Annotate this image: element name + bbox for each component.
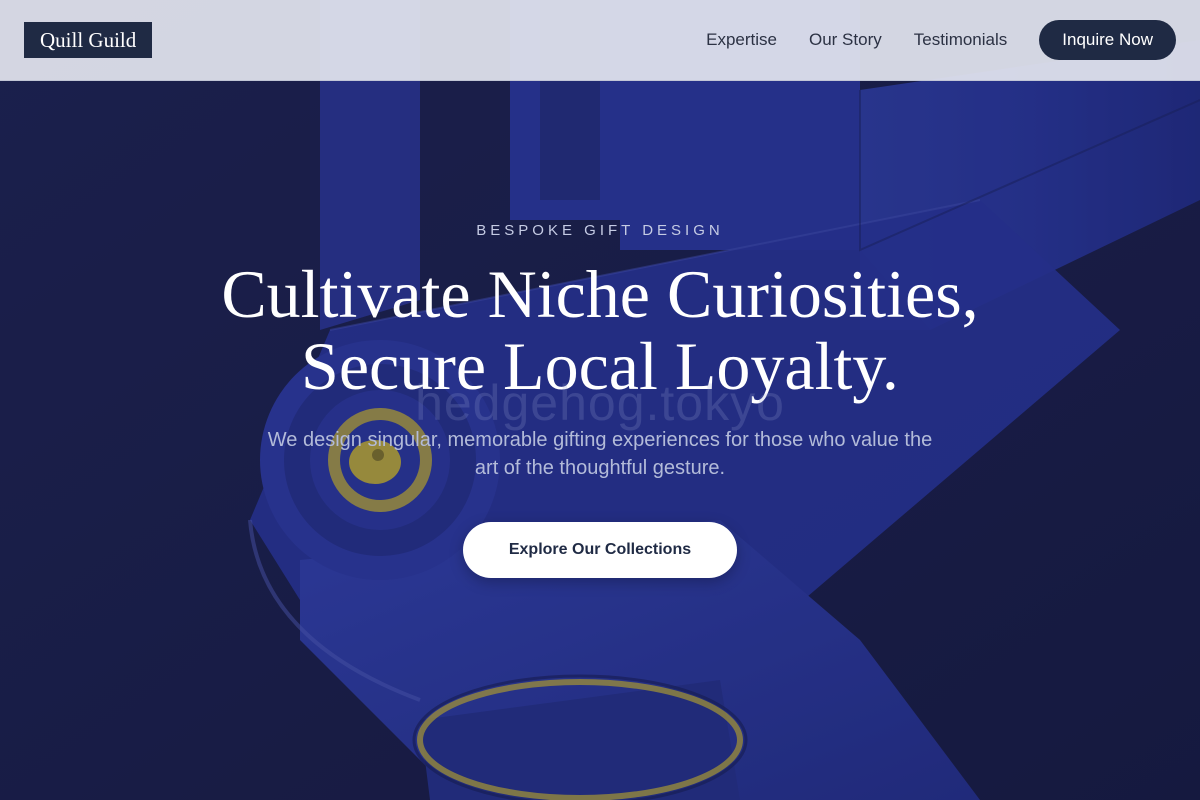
nav-link-testimonials[interactable]: Testimonials [914, 30, 1008, 50]
hero-headline-line-1: Cultivate Niche Curiosities, [221, 256, 979, 332]
main-nav: Expertise Our Story Testimonials Inquire… [706, 20, 1176, 60]
landing-page: Quill Guild Expertise Our Story Testimon… [0, 0, 1200, 800]
nav-link-expertise[interactable]: Expertise [706, 30, 777, 50]
watermark-text: hedgehog.tokyo [415, 375, 785, 431]
hero-section: BESPOKE GIFT DESIGN Cultivate Niche Curi… [0, 80, 1200, 800]
hero-eyebrow: BESPOKE GIFT DESIGN [476, 222, 724, 239]
nav-link-our-story[interactable]: Our Story [809, 30, 882, 50]
site-header: Quill Guild Expertise Our Story Testimon… [0, 0, 1200, 81]
site-logo[interactable]: Quill Guild [24, 22, 153, 58]
inquire-now-button[interactable]: Inquire Now [1039, 20, 1176, 60]
hero-subtext: We design singular, memorable gifting ex… [267, 429, 933, 479]
explore-collections-button[interactable]: Explore Our Collections [463, 522, 737, 578]
